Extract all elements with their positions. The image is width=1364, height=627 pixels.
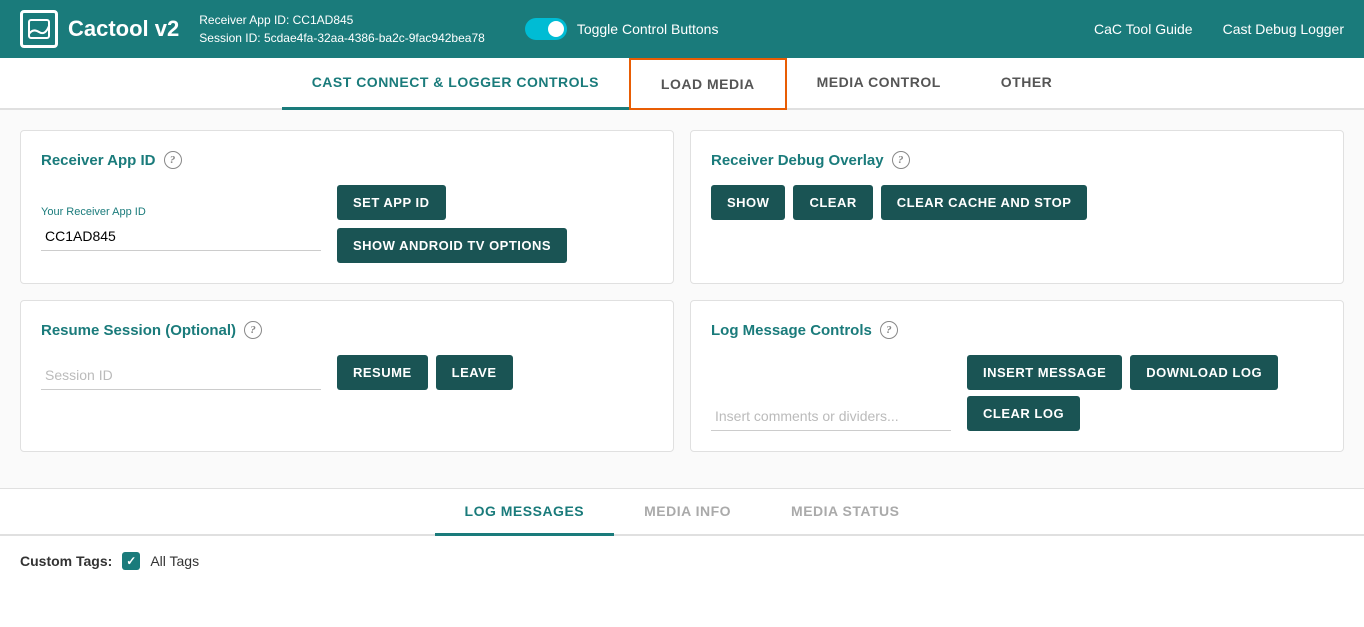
log-message-help-icon[interactable]: ? [880, 321, 898, 339]
bottom-tabs: LOG MESSAGES MEDIA INFO MEDIA STATUS [0, 489, 1364, 536]
log-comment-input[interactable] [711, 402, 951, 431]
receiver-app-id-body: Your Receiver App ID SET APP ID SHOW AND… [41, 185, 653, 263]
receiver-debug-help-icon[interactable]: ? [892, 151, 910, 169]
resume-session-card: Resume Session (Optional) ? RESUME LEAVE [20, 300, 674, 452]
resume-session-help-icon[interactable]: ? [244, 321, 262, 339]
bottom-tabs-container: LOG MESSAGES MEDIA INFO MEDIA STATUS Cus… [0, 488, 1364, 586]
resume-session-buttons: RESUME LEAVE [337, 355, 513, 390]
insert-message-button[interactable]: INSERT MESSAGE [967, 355, 1122, 390]
custom-tags-row: Custom Tags: All Tags [0, 536, 1364, 586]
log-message-body: INSERT MESSAGE DOWNLOAD LOG CLEAR LOG [711, 355, 1323, 431]
tab-other[interactable]: OTHER [971, 58, 1083, 110]
cast-debug-logger-link[interactable]: Cast Debug Logger [1223, 21, 1344, 37]
tab-log-messages[interactable]: LOG MESSAGES [435, 489, 615, 536]
tab-media-control[interactable]: MEDIA CONTROL [787, 58, 971, 110]
app-title: Cactool v2 [68, 16, 179, 42]
receiver-app-id-sublabel: Your Receiver App ID [41, 206, 321, 218]
header-info: Receiver App ID: CC1AD845 Session ID: 5c… [199, 11, 485, 47]
tab-media-info[interactable]: MEDIA INFO [614, 489, 761, 536]
receiver-app-id-input[interactable] [41, 222, 321, 251]
receiver-app-id-header: Receiver App ID: CC1AD845 [199, 11, 485, 29]
session-id-header: Session ID: 5cdae4fa-32aa-4386-ba2c-9fac… [199, 29, 485, 47]
receiver-app-id-card: Receiver App ID ? Your Receiver App ID S… [20, 130, 674, 284]
toggle-label: Toggle Control Buttons [577, 21, 719, 37]
clear-log-button[interactable]: CLEAR LOG [967, 396, 1080, 431]
resume-button[interactable]: RESUME [337, 355, 428, 390]
session-id-input[interactable] [41, 361, 321, 390]
log-buttons-row1: INSERT MESSAGE DOWNLOAD LOG [967, 355, 1278, 390]
cards-row-1: Receiver App ID ? Your Receiver App ID S… [20, 130, 1344, 284]
clear-button[interactable]: CLEAR [793, 185, 872, 220]
custom-tags-label: Custom Tags: [20, 553, 112, 569]
resume-session-body: RESUME LEAVE [41, 355, 653, 390]
app-header: Cactool v2 Receiver App ID: CC1AD845 Ses… [0, 0, 1364, 58]
receiver-debug-buttons: SHOW CLEAR CLEAR CACHE AND STOP [711, 185, 1323, 220]
resume-session-title: Resume Session (Optional) ? [41, 321, 653, 339]
main-content: Receiver App ID ? Your Receiver App ID S… [0, 110, 1364, 488]
clear-cache-stop-button[interactable]: CLEAR CACHE AND STOP [881, 185, 1088, 220]
tab-cast-connect[interactable]: CAST CONNECT & LOGGER CONTROLS [282, 58, 629, 110]
log-buttons-row2: CLEAR LOG [967, 396, 1278, 431]
logo-icon [20, 10, 58, 48]
receiver-debug-card: Receiver Debug Overlay ? SHOW CLEAR CLEA… [690, 130, 1344, 284]
log-buttons: INSERT MESSAGE DOWNLOAD LOG CLEAR LOG [967, 355, 1278, 431]
show-android-tv-button[interactable]: SHOW ANDROID TV OPTIONS [337, 228, 567, 263]
toggle-area: Toggle Control Buttons [525, 18, 719, 40]
cac-tool-guide-link[interactable]: CaC Tool Guide [1094, 21, 1193, 37]
main-nav: CAST CONNECT & LOGGER CONTROLS LOAD MEDI… [0, 58, 1364, 110]
show-button[interactable]: SHOW [711, 185, 785, 220]
all-tags-label: All Tags [150, 553, 199, 569]
all-tags-checkbox[interactable] [122, 552, 140, 570]
log-message-card: Log Message Controls ? INSERT MESSAGE DO… [690, 300, 1344, 452]
log-message-title: Log Message Controls ? [711, 321, 1323, 339]
receiver-app-id-buttons: SET APP ID SHOW ANDROID TV OPTIONS [337, 185, 653, 263]
set-app-id-button[interactable]: SET APP ID [337, 185, 446, 220]
toggle-control-buttons[interactable] [525, 18, 567, 40]
leave-button[interactable]: LEAVE [436, 355, 513, 390]
receiver-app-id-help-icon[interactable]: ? [164, 151, 182, 169]
tab-media-status[interactable]: MEDIA STATUS [761, 489, 929, 536]
receiver-debug-title: Receiver Debug Overlay ? [711, 151, 1323, 169]
tab-load-media[interactable]: LOAD MEDIA [629, 58, 787, 110]
download-log-button[interactable]: DOWNLOAD LOG [1130, 355, 1278, 390]
receiver-app-id-input-group: Your Receiver App ID [41, 206, 321, 251]
header-links: CaC Tool Guide Cast Debug Logger [1094, 21, 1344, 37]
app-logo: Cactool v2 [20, 10, 179, 48]
cards-row-2: Resume Session (Optional) ? RESUME LEAVE… [20, 300, 1344, 452]
receiver-app-id-title: Receiver App ID ? [41, 151, 653, 169]
